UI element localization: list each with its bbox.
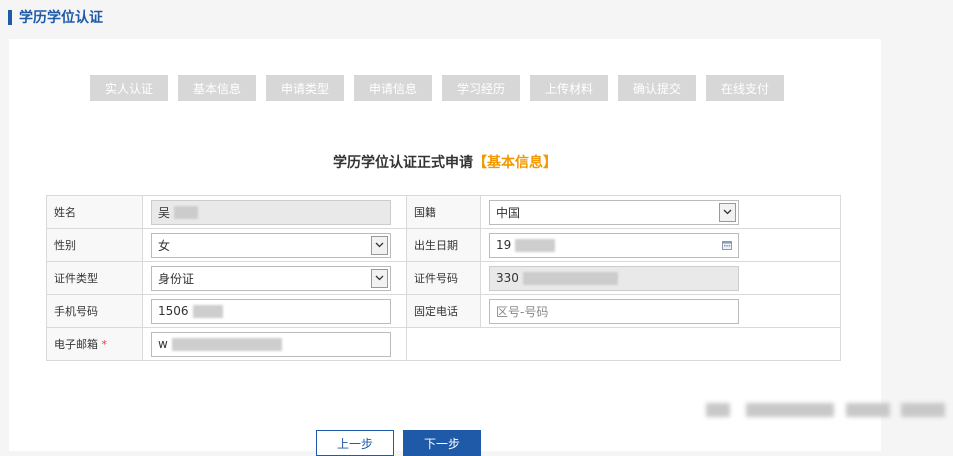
- email-label-text: 电子邮箱: [54, 338, 98, 351]
- birthdate-field[interactable]: 19: [489, 232, 739, 258]
- form-row: 电子邮箱 * w: [46, 327, 841, 361]
- step-application-info[interactable]: 申请信息: [354, 75, 432, 101]
- id-number-value: 330: [496, 271, 519, 285]
- form-title-main: 学历学位认证正式申请: [333, 155, 473, 171]
- prev-step-button[interactable]: 上一步: [316, 430, 394, 456]
- required-mark: *: [101, 338, 108, 351]
- id-number-label: 证件号码: [406, 261, 481, 295]
- form-row: 证件类型 身份证 证件号码 330: [46, 261, 841, 295]
- step-study-history[interactable]: 学习经历: [442, 75, 520, 101]
- basic-info-form: 姓名 吴 国籍 中国 性别 女 出生日期 19 证件类型 身份证 证件号码 33…: [46, 195, 841, 361]
- form-row: 手机号码 1506 固定电话 区号-号码: [46, 294, 841, 328]
- chevron-down-icon[interactable]: [371, 268, 388, 288]
- header-accent-bar: [8, 9, 12, 25]
- page-title: 学历学位认证: [19, 10, 103, 26]
- id-number-field: 330: [489, 265, 739, 291]
- gender-select[interactable]: 女: [151, 232, 391, 258]
- step-real-person-auth[interactable]: 实人认证: [90, 75, 168, 101]
- landline-input[interactable]: 区号-号码: [489, 298, 739, 324]
- id-type-label: 证件类型: [46, 261, 143, 295]
- birthdate-value: 19: [496, 238, 512, 252]
- gender-label: 性别: [46, 228, 143, 262]
- nationality-select[interactable]: 中国: [489, 199, 739, 225]
- email-value: w: [158, 337, 168, 351]
- name-label: 姓名: [46, 195, 143, 229]
- nationality-value: 中国: [496, 205, 521, 220]
- gender-value: 女: [158, 238, 171, 253]
- landline-placeholder: 区号-号码: [496, 304, 549, 319]
- redacted-blur: [706, 403, 947, 417]
- form-title-highlight: 【基本信息】: [473, 155, 557, 171]
- redacted-blur: [515, 238, 556, 252]
- id-type-value: 身份证: [158, 271, 195, 286]
- mobile-value: 1506: [158, 304, 189, 318]
- name-value: 吴: [158, 205, 171, 220]
- chevron-down-icon[interactable]: [371, 235, 388, 255]
- form-row: 姓名 吴 国籍 中国: [46, 195, 841, 229]
- redacted-blur: [171, 337, 282, 351]
- id-type-select[interactable]: 身份证: [151, 265, 391, 291]
- nationality-label: 国籍: [406, 195, 481, 229]
- mobile-label: 手机号码: [46, 294, 143, 328]
- landline-label: 固定电话: [406, 294, 481, 328]
- form-title: 学历学位认证正式申请【基本信息】: [9, 152, 881, 172]
- page-header: 学历学位认证: [8, 7, 103, 27]
- redacted-blur: [522, 271, 618, 285]
- empty-cell: [406, 327, 841, 361]
- chevron-down-icon[interactable]: [719, 202, 736, 222]
- step-confirm-submit[interactable]: 确认提交: [618, 75, 696, 101]
- step-nav: 实人认证 基本信息 申请类型 申请信息 学习经历 上传材料 确认提交 在线支付: [90, 75, 794, 101]
- step-basic-info[interactable]: 基本信息: [178, 75, 256, 101]
- redacted-blur: [174, 205, 199, 219]
- mobile-input[interactable]: 1506: [151, 298, 391, 324]
- redacted-blur: [192, 304, 223, 318]
- form-row: 性别 女 出生日期 19: [46, 228, 841, 262]
- name-field: 吴: [151, 199, 391, 225]
- step-application-type[interactable]: 申请类型: [266, 75, 344, 101]
- email-input[interactable]: w: [151, 331, 391, 357]
- birthdate-label: 出生日期: [406, 228, 481, 262]
- calendar-icon[interactable]: [722, 240, 732, 250]
- step-upload-materials[interactable]: 上传材料: [530, 75, 608, 101]
- next-step-button[interactable]: 下一步: [403, 430, 481, 456]
- step-online-payment[interactable]: 在线支付: [706, 75, 784, 101]
- email-label: 电子邮箱 *: [46, 327, 143, 361]
- main-panel: 实人认证 基本信息 申请类型 申请信息 学习经历 上传材料 确认提交 在线支付 …: [9, 39, 881, 456]
